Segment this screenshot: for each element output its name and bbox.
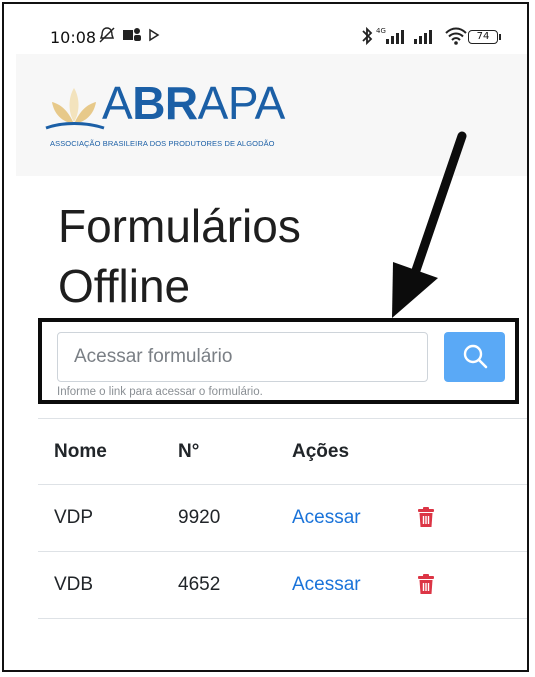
table-row: VDB 4652 Acessar xyxy=(38,552,527,619)
logo-letters-apa: APA xyxy=(197,77,286,129)
header-numero: N° xyxy=(178,441,200,462)
brand-logo-text: ABRAPA xyxy=(102,76,285,130)
search-icon xyxy=(462,343,488,372)
search-button[interactable] xyxy=(444,332,505,382)
row-nome: VDB xyxy=(54,574,94,595)
header-acoes: Ações xyxy=(292,441,350,462)
signal-4g-icon: 4G xyxy=(376,26,406,50)
muted-alarm-icon xyxy=(98,26,116,48)
logo-letters-a: A xyxy=(102,77,133,129)
status-time: 10:08 xyxy=(50,28,97,47)
row-nome: VDP xyxy=(54,507,94,528)
app-header: ABRAPA ASSOCIAÇÃO BRASILEIRA DOS PRODUTO… xyxy=(16,54,527,176)
svg-text:4G: 4G xyxy=(376,27,386,35)
play-icon xyxy=(148,26,160,48)
signal-icon xyxy=(412,26,436,50)
header-nome: Nome xyxy=(54,441,107,462)
table-row: VDP 9920 Acessar xyxy=(38,485,527,552)
trash-icon[interactable] xyxy=(417,507,435,533)
trash-icon[interactable] xyxy=(417,574,435,600)
search-input[interactable] xyxy=(57,332,428,382)
forms-table: Nome N° Ações VDP 9920 Acessar VDB 4652 … xyxy=(38,418,527,619)
cotton-logo-icon xyxy=(42,82,106,141)
page-title: Formulários Offline xyxy=(58,200,301,312)
bluetooth-icon xyxy=(360,26,374,50)
logo-letters-br: BR xyxy=(132,77,198,129)
search-help-text: Informe o link para acessar o formulário… xyxy=(57,386,263,398)
status-bar: 10:08 4G 74 xyxy=(16,20,516,54)
acessar-link[interactable]: Acessar xyxy=(292,485,361,551)
wifi-icon xyxy=(444,26,468,50)
table-header-row: Nome N° Ações xyxy=(38,418,527,485)
acessar-link[interactable]: Acessar xyxy=(292,552,361,618)
row-numero: 4652 xyxy=(178,574,221,595)
row-numero: 9920 xyxy=(178,507,221,528)
brand-subtitle: ASSOCIAÇÃO BRASILEIRA DOS PRODUTORES DE … xyxy=(50,139,275,148)
battery-icon: 74 xyxy=(468,30,501,44)
teams-icon xyxy=(122,26,142,48)
